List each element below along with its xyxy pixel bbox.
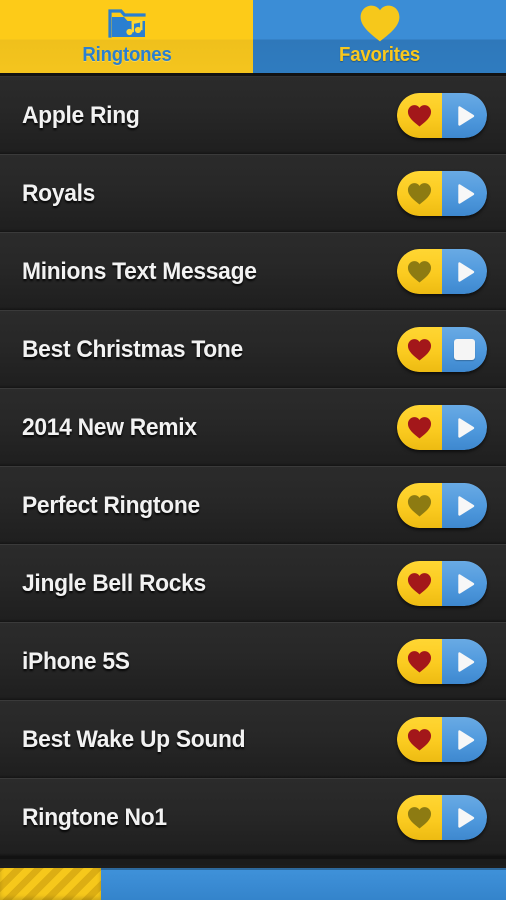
stop-button[interactable] [442, 327, 487, 372]
app-root: Ringtones Favorites Apple Ring Royals Mini… [0, 0, 506, 900]
play-icon [457, 183, 474, 204]
ringtone-title: Minions Text Message [22, 257, 257, 285]
table-row[interactable]: Jingle Bell Rocks [0, 544, 506, 622]
play-button[interactable] [442, 171, 487, 216]
ringtone-actions [397, 93, 487, 138]
ringtone-actions [397, 171, 487, 216]
play-icon [457, 729, 474, 750]
favorite-button[interactable] [397, 639, 442, 684]
ringtone-title: iPhone 5S [22, 647, 130, 675]
ringtone-actions [397, 639, 487, 684]
ringtone-title: 2014 New Remix [22, 413, 197, 441]
table-row[interactable]: Best Wake Up Sound [0, 700, 506, 778]
heart-icon [407, 183, 432, 205]
ringtone-title: Perfect Ringtone [22, 491, 200, 519]
ringtone-actions [397, 717, 487, 762]
tab-bar: Ringtones Favorites [0, 0, 506, 76]
music-folder-icon [105, 3, 149, 43]
progress-fill [0, 868, 102, 900]
play-icon [457, 261, 474, 282]
ringtone-title: Jingle Bell Rocks [22, 569, 206, 597]
ringtone-actions [397, 483, 487, 528]
table-row[interactable]: Minions Text Message [0, 232, 506, 310]
favorite-button[interactable] [397, 717, 442, 762]
table-row[interactable]: Ringtone No1 [0, 778, 506, 856]
ringtone-actions [397, 561, 487, 606]
ringtone-actions [397, 405, 487, 450]
play-button[interactable] [442, 795, 487, 840]
favorite-button[interactable] [397, 171, 442, 216]
favorite-button[interactable] [397, 483, 442, 528]
heart-icon [407, 573, 432, 595]
ringtone-title: Ringtone No1 [22, 803, 167, 831]
play-icon [457, 495, 474, 516]
play-button[interactable] [442, 561, 487, 606]
table-row[interactable]: 2014 New Remix [0, 388, 506, 466]
play-icon [457, 417, 474, 438]
play-icon [457, 807, 474, 828]
heart-icon [407, 651, 432, 673]
heart-icon [407, 417, 432, 439]
ringtone-title: Royals [22, 179, 96, 207]
table-row[interactable]: iPhone 5S [0, 622, 506, 700]
favorite-button[interactable] [397, 93, 442, 138]
heart-icon [407, 339, 432, 361]
tab-favorites-label: Favorites [338, 44, 421, 66]
heart-icon [407, 261, 432, 283]
ringtone-title: Best Wake Up Sound [22, 725, 246, 753]
play-button[interactable] [442, 717, 487, 762]
ringtone-list[interactable]: Apple Ring Royals Minions Text Message Best… [0, 76, 506, 865]
heart-icon [407, 729, 432, 751]
playback-progress-bar[interactable] [0, 868, 506, 900]
heart-icon [407, 807, 432, 829]
heart-icon [407, 495, 432, 517]
ringtone-title: Best Christmas Tone [22, 335, 243, 363]
list-bottom-divider [0, 856, 506, 859]
ringtone-actions [397, 327, 487, 372]
table-row[interactable]: Royals [0, 154, 506, 232]
play-button[interactable] [442, 405, 487, 450]
play-icon [457, 573, 474, 594]
favorite-button[interactable] [397, 795, 442, 840]
favorite-button[interactable] [397, 327, 442, 372]
table-row[interactable]: Apple Ring [0, 76, 506, 154]
favorite-button[interactable] [397, 561, 442, 606]
play-icon [457, 105, 474, 126]
play-button[interactable] [442, 639, 487, 684]
favorite-button[interactable] [397, 249, 442, 294]
heart-icon [359, 3, 401, 43]
stop-icon [454, 339, 475, 360]
tab-ringtones-label: Ringtones [81, 44, 172, 66]
table-row[interactable]: Perfect Ringtone [0, 466, 506, 544]
favorite-button[interactable] [397, 405, 442, 450]
play-button[interactable] [442, 483, 487, 528]
ringtone-actions [397, 795, 487, 840]
heart-icon [407, 105, 432, 127]
tab-favorites[interactable]: Favorites [253, 0, 506, 76]
play-button[interactable] [442, 93, 487, 138]
tab-ringtones[interactable]: Ringtones [0, 0, 253, 76]
table-row[interactable]: Best Christmas Tone [0, 310, 506, 388]
play-button[interactable] [442, 249, 487, 294]
play-icon [457, 651, 474, 672]
ringtone-actions [397, 249, 487, 294]
ringtone-title: Apple Ring [22, 101, 140, 129]
